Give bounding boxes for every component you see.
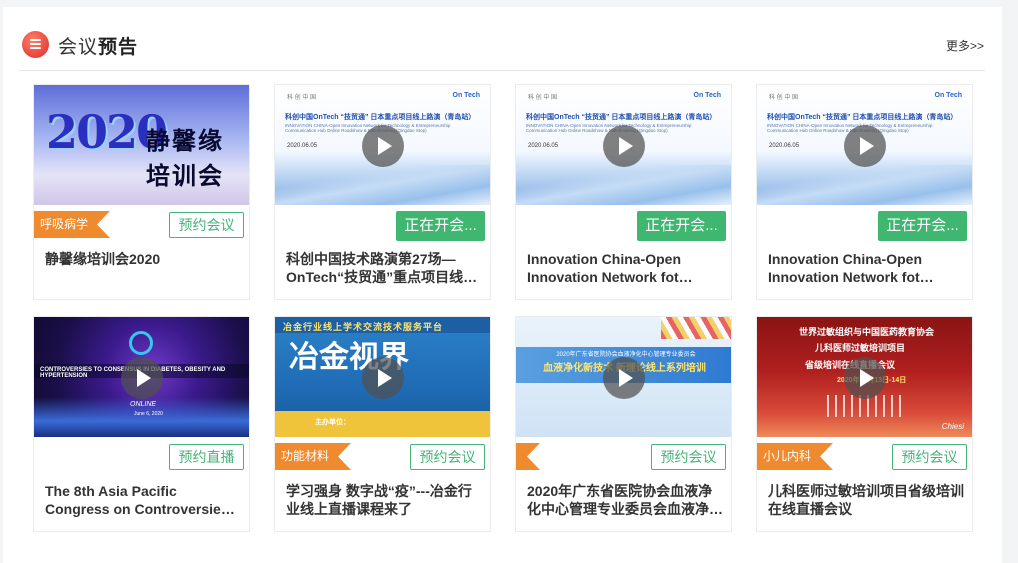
card-title[interactable]: 2020年广东省医院协会血液净化中心管理专业委员会血液净化新技术新理论线上系列培… bbox=[527, 482, 723, 518]
conference-card[interactable]: 2020 静馨缘培训会 呼吸病学 预约会议 静馨缘培训会2020 bbox=[33, 84, 250, 300]
card-thumbnail[interactable]: 2020年广东省医院协会血液净化中心管理专业委员会 血液净化新技术 新理论线上系… bbox=[516, 317, 731, 437]
reserve-meeting-button[interactable]: 预约会议 bbox=[892, 444, 967, 470]
section-title: 会议预告 bbox=[58, 32, 138, 59]
thumb-headline: 科创中国OnTech “技贸通” 日本重点项目线上路演（青岛站） bbox=[767, 114, 958, 121]
thumb-date: June 6, 2020 bbox=[134, 411, 163, 417]
play-icon[interactable] bbox=[603, 125, 645, 167]
thumb-calligraphy-text: 静馨缘培训会 bbox=[146, 126, 224, 190]
card-thumbnail[interactable]: CONTROVERSIES TO CONSENSUS IN DIABETES, … bbox=[34, 317, 249, 437]
more-link[interactable]: 更多>> bbox=[946, 37, 984, 54]
conference-card[interactable]: 世界过敏组织与中国医药教育协会 儿科医师过敏培训项目 省级培训在线直播会议 20… bbox=[756, 316, 973, 532]
conference-card[interactable]: 科 创 中 国 On Tech 科创中国OnTech “技贸通” 日本重点项目线… bbox=[515, 84, 732, 300]
reserve-meeting-button[interactable]: 预约会议 bbox=[410, 444, 485, 470]
thumb-wave-decoration bbox=[757, 165, 972, 205]
section-title-bold: 预告 bbox=[98, 37, 139, 58]
reserve-meeting-button[interactable]: 预约会议 bbox=[651, 444, 726, 470]
play-icon[interactable] bbox=[603, 357, 645, 399]
thumb-ontech-logo: On Tech bbox=[693, 92, 721, 99]
thumb-flag-decoration bbox=[661, 317, 731, 339]
in-session-button[interactable]: 正在开会... bbox=[396, 211, 485, 241]
thumb-date: 2020.06.05 bbox=[769, 143, 800, 149]
congress-logo-icon bbox=[129, 331, 153, 355]
card-thumbnail[interactable]: 科 创 中 国 On Tech 科创中国OnTech “技贸通” 日本重点项目线… bbox=[757, 85, 972, 205]
section-header: 会议预告 更多>> bbox=[19, 7, 985, 71]
conference-card[interactable]: 科 创 中 国 On Tech 科创中国OnTech “技贸通” 日本重点项目线… bbox=[756, 84, 973, 300]
card-title[interactable]: The 8th Asia Pacific Congress on Controv… bbox=[45, 482, 241, 518]
card-thumbnail[interactable]: 科 创 中 国 On Tech 科创中国OnTech “技贸通” 日本重点项目线… bbox=[275, 85, 490, 205]
category-tag bbox=[516, 443, 540, 470]
list-icon bbox=[22, 31, 49, 58]
thumb-date: 2020.06.05 bbox=[287, 143, 318, 149]
thumb-banner-text: 冶金行业线上学术交流技术服务平台 bbox=[275, 317, 490, 333]
in-session-button[interactable]: 正在开会... bbox=[637, 211, 726, 241]
card-title[interactable]: 儿科医师过敏培训项目省级培训在线直播会议 bbox=[768, 482, 964, 518]
card-thumbnail[interactable]: 世界过敏组织与中国医药教育协会 儿科医师过敏培训项目 省级培训在线直播会议 20… bbox=[757, 317, 972, 437]
play-icon[interactable] bbox=[362, 357, 404, 399]
thumb-organizer-text: 世界过敏组织与中国医药教育协会 bbox=[799, 327, 935, 337]
play-icon[interactable] bbox=[844, 125, 886, 167]
thumb-wave-decoration bbox=[275, 165, 490, 205]
sponsor-logo: Chiesi bbox=[941, 422, 964, 431]
card-title[interactable]: Innovation China-Open Innovation Network… bbox=[527, 250, 723, 286]
thumb-headline: 科创中国OnTech “技贸通” 日本重点项目线上路演（青岛站） bbox=[526, 114, 717, 121]
category-tag: 呼吸病学 bbox=[34, 211, 110, 238]
category-tag: 功能材料 bbox=[275, 443, 351, 470]
card-title[interactable]: 静馨缘培训会2020 bbox=[45, 250, 241, 268]
thumb-footer-band bbox=[275, 411, 490, 437]
conference-card[interactable]: CONTROVERSIES TO CONSENSUS IN DIABETES, … bbox=[33, 316, 250, 532]
play-icon[interactable] bbox=[121, 357, 163, 399]
thumb-logo-text: 科 创 中 国 bbox=[528, 95, 558, 101]
thumb-program-text: 儿科医师过敏培训项目 bbox=[815, 343, 906, 353]
thumb-headline: 科创中国OnTech “技贸通” 日本重点项目线上路演（青岛站） bbox=[285, 114, 476, 121]
thumb-ontech-logo: On Tech bbox=[452, 92, 480, 99]
conference-card[interactable]: 科 创 中 国 On Tech 科创中国OnTech “技贸通” 日本重点项目线… bbox=[274, 84, 491, 300]
thumb-date: 2020.06.05 bbox=[528, 143, 559, 149]
thumb-logo-text: 科 创 中 国 bbox=[287, 95, 317, 101]
card-title[interactable]: 科创中国技术路演第27场—OnTech“技贸通”重点项目线上路演 bbox=[286, 250, 482, 286]
thumb-online-text: ONLINE bbox=[130, 401, 157, 408]
thumb-logo-text: 科 创 中 国 bbox=[769, 95, 799, 101]
play-icon[interactable] bbox=[844, 357, 886, 399]
card-thumbnail[interactable]: 冶金行业线上学术交流技术服务平台 冶金视界 主办单位： bbox=[275, 317, 490, 437]
card-thumbnail[interactable]: 科 创 中 国 On Tech 科创中国OnTech “技贸通” 日本重点项目线… bbox=[516, 85, 731, 205]
thumb-host-label: 主办单位： bbox=[315, 419, 350, 426]
thumb-ontech-logo: On Tech bbox=[934, 92, 962, 99]
card-thumbnail[interactable]: 2020 静馨缘培训会 bbox=[34, 85, 249, 205]
thumb-wave-decoration bbox=[516, 165, 731, 205]
conference-card[interactable]: 2020年广东省医院协会血液净化中心管理专业委员会 血液净化新技术 新理论线上系… bbox=[515, 316, 732, 532]
conference-preview-panel: 会议预告 更多>> 2020 静馨缘培训会 呼吸病学 预约会议 静馨缘培训会20… bbox=[3, 7, 1002, 563]
card-title[interactable]: 学习强身 数字战“疫”---冶金行业线上直播课程来了 bbox=[286, 482, 482, 518]
conference-card[interactable]: 冶金行业线上学术交流技术服务平台 冶金视界 主办单位： 功能材料 预约会议 学习… bbox=[274, 316, 491, 532]
reserve-meeting-button[interactable]: 预约会议 bbox=[169, 212, 244, 238]
in-session-button[interactable]: 正在开会... bbox=[878, 211, 967, 241]
section-title-prefix: 会议 bbox=[58, 37, 99, 58]
card-title[interactable]: Innovation China-Open Innovation Network… bbox=[768, 250, 964, 286]
reserve-live-button[interactable]: 预约直播 bbox=[169, 444, 244, 470]
play-icon[interactable] bbox=[362, 125, 404, 167]
category-tag: 小儿内科 bbox=[757, 443, 833, 470]
